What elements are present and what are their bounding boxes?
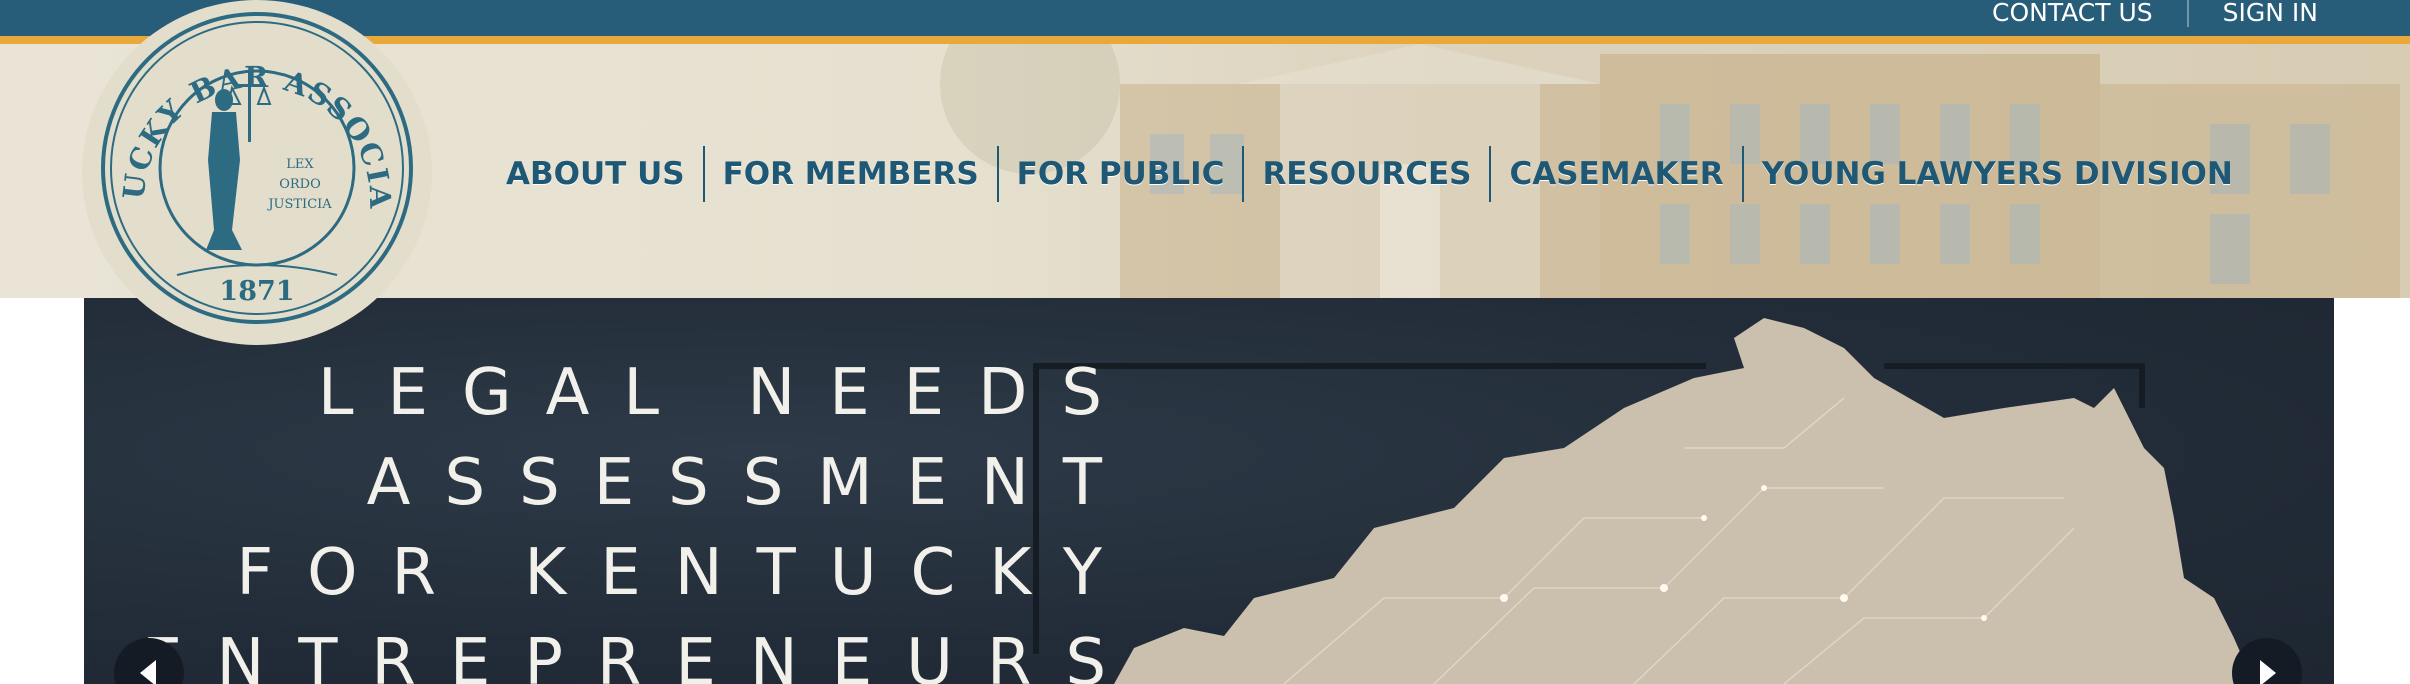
chevron-left-icon xyxy=(140,660,156,684)
nav-for-public[interactable]: FOR PUBLIC xyxy=(996,146,1243,202)
seal-motto-justicia: JUSTICIA xyxy=(266,197,332,212)
nav-for-members[interactable]: FOR MEMBERS xyxy=(702,146,997,202)
lady-justice-icon xyxy=(206,72,272,250)
utility-divider xyxy=(2186,0,2189,27)
kba-seal-graphic: KENTUCKY BAR ASSOCIATION LEX ORDO JUSTIC… xyxy=(82,0,413,324)
nav-casemaker[interactable]: CASEMAKER xyxy=(1489,146,1741,202)
carousel-prev-button[interactable] xyxy=(114,638,184,684)
hero-banner: LEGAL NEEDS ASSESSMENT FOR KENTUCKY ENTR… xyxy=(84,298,2334,684)
hero-line-3: FOR KENTUCKY xyxy=(236,536,1136,610)
nav-about-us[interactable]: ABOUT US xyxy=(490,146,703,202)
kba-logo[interactable]: KENTUCKY BAR ASSOCIATION LEX ORDO JUSTIC… xyxy=(82,0,432,345)
hero-line-2: ASSESSMENT xyxy=(366,446,1136,520)
main-nav: ABOUT US FOR MEMBERS FOR PUBLIC RESOURCE… xyxy=(490,144,2251,204)
sign-in-link[interactable]: SIGN IN xyxy=(2223,0,2318,27)
seal-motto-lex: LEX xyxy=(286,157,314,172)
utility-nav: CONTACT US SIGN IN xyxy=(1992,0,2318,32)
nav-resources[interactable]: RESOURCES xyxy=(1242,146,1489,202)
chevron-right-icon xyxy=(2260,660,2276,684)
hero-line-1: LEGAL NEEDS xyxy=(317,356,1136,430)
hero-title: LEGAL NEEDS ASSESSMENT FOR KENTUCKY ENTR… xyxy=(142,348,1106,684)
nav-young-lawyers-division[interactable]: YOUNG LAWYERS DIVISION xyxy=(1741,146,2251,202)
seal-year: 1871 xyxy=(219,276,294,307)
hero-line-4: ENTREPRENEURS xyxy=(142,626,1141,684)
seal-motto-ordo: ORDO xyxy=(279,177,321,192)
contact-us-link[interactable]: CONTACT US xyxy=(1992,0,2153,27)
carousel-next-button[interactable] xyxy=(2232,638,2302,684)
